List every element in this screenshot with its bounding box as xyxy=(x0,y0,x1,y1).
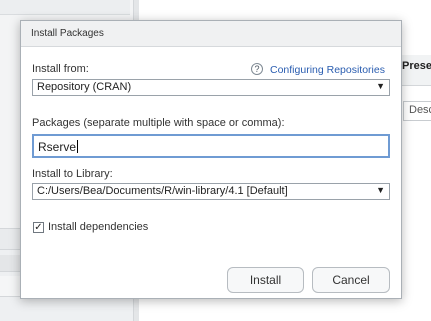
library-select[interactable]: C:/Users/Bea/Documents/R/win-library/4.1… xyxy=(32,183,390,200)
packages-input-text: Rserve xyxy=(38,140,77,154)
library-value: C:/Users/Bea/Documents/R/win-library/4.1… xyxy=(37,185,288,197)
question-mark-icon[interactable]: ? xyxy=(251,63,263,75)
install-from-label: Install from: xyxy=(32,63,89,75)
install-button[interactable]: Install xyxy=(227,267,304,293)
text-caret xyxy=(77,140,79,153)
packages-label: Packages (separate multiple with space o… xyxy=(32,117,285,129)
background-column-header: Desc xyxy=(409,104,431,116)
cancel-button[interactable]: Cancel xyxy=(312,267,390,293)
chevron-down-icon: ▼ xyxy=(376,81,385,91)
chevron-down-icon: ▼ xyxy=(376,185,385,195)
background-pane-header-label: Presen xyxy=(402,60,431,72)
install-packages-dialog: Install Packages Install from: ? Configu… xyxy=(20,20,402,299)
configuring-repositories-link[interactable]: Configuring Repositories xyxy=(270,64,385,76)
dialog-titlebar[interactable]: Install Packages xyxy=(21,21,401,47)
install-dependencies-label[interactable]: Install dependencies xyxy=(48,221,148,233)
install-from-select[interactable]: Repository (CRAN) ▼ xyxy=(32,79,390,96)
packages-input-value: Rserve xyxy=(38,140,79,154)
install-dependencies-checkbox[interactable]: ✓ xyxy=(33,222,44,233)
dialog-title: Install Packages xyxy=(31,28,104,39)
install-from-value: Repository (CRAN) xyxy=(37,81,132,93)
background-toolbar xyxy=(0,0,130,15)
packages-input[interactable]: Rserve xyxy=(32,134,390,158)
install-to-library-label: Install to Library: xyxy=(32,168,113,180)
